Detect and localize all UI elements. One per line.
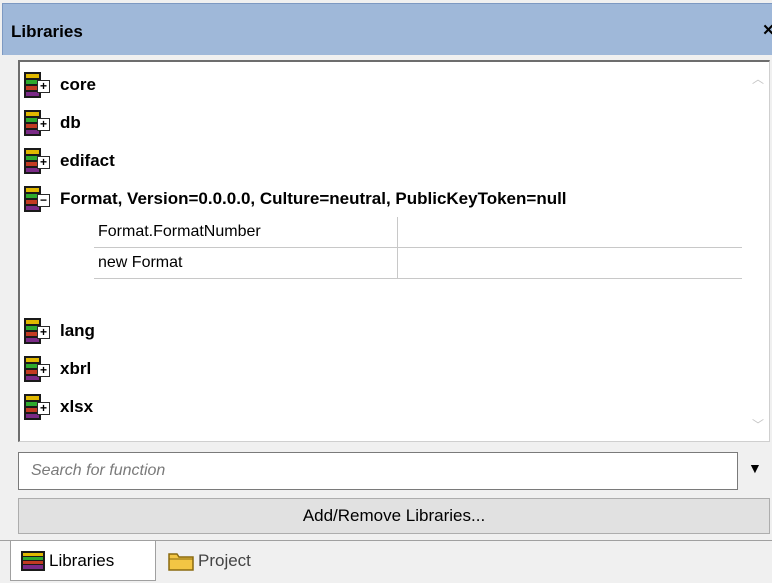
library-books-icon bbox=[21, 550, 45, 571]
library-label: core bbox=[60, 75, 96, 94]
library-books-icon: + bbox=[24, 109, 54, 137]
library-books-icon: + bbox=[24, 317, 54, 345]
table-row[interactable]: new Format bbox=[94, 248, 742, 279]
search-input[interactable]: Search for function bbox=[18, 452, 738, 490]
scroll-down-icon[interactable]: ﹀ bbox=[752, 416, 764, 433]
tab-label: Libraries bbox=[49, 550, 115, 570]
folder-icon bbox=[168, 551, 194, 571]
library-label: db bbox=[60, 113, 81, 132]
library-item-edifact[interactable]: + edifact bbox=[24, 146, 115, 176]
tab-label: Project bbox=[198, 551, 251, 570]
expand-icon[interactable]: + bbox=[37, 364, 50, 377]
library-label: edifact bbox=[60, 151, 115, 170]
expand-icon[interactable]: + bbox=[37, 156, 50, 169]
library-label: lang bbox=[60, 321, 95, 340]
library-books-icon: − bbox=[24, 185, 54, 213]
panel-title-bar[interactable]: Libraries × bbox=[2, 3, 772, 55]
function-value bbox=[398, 248, 742, 278]
scroll-up-icon[interactable]: ︿ bbox=[752, 70, 764, 87]
libraries-panel: Libraries × ︿ ﹀ + core + db + edifact − … bbox=[0, 0, 772, 583]
library-item-db[interactable]: + db bbox=[24, 108, 81, 138]
library-label: xbrl bbox=[60, 359, 92, 378]
table-row[interactable]: Format.FormatNumber bbox=[94, 217, 742, 248]
library-books-icon: + bbox=[24, 355, 54, 383]
panel-tabs: Libraries Project bbox=[0, 540, 772, 583]
add-remove-libraries-button[interactable]: Add/Remove Libraries... bbox=[18, 498, 770, 534]
library-books-icon: + bbox=[24, 147, 54, 175]
expand-icon[interactable]: + bbox=[37, 80, 50, 93]
expand-icon[interactable]: + bbox=[37, 326, 50, 339]
function-name: new Format bbox=[94, 248, 398, 278]
library-item-core[interactable]: + core bbox=[24, 70, 96, 100]
function-name: Format.FormatNumber bbox=[94, 217, 398, 247]
library-books-icon: + bbox=[24, 393, 54, 421]
library-item-xlsx[interactable]: + xlsx bbox=[24, 392, 93, 422]
expand-icon[interactable]: + bbox=[37, 118, 50, 131]
tab-libraries[interactable]: Libraries bbox=[10, 541, 156, 581]
expand-icon[interactable]: + bbox=[37, 402, 50, 415]
tab-project[interactable]: Project bbox=[168, 541, 288, 581]
close-icon[interactable]: × bbox=[763, 20, 772, 42]
library-label: xlsx bbox=[60, 397, 94, 416]
library-label: Format, Version=0.0.0.0, Culture=neutral… bbox=[60, 189, 567, 208]
function-value bbox=[398, 217, 742, 247]
search-dropdown-icon[interactable]: ▼ bbox=[748, 460, 762, 476]
panel-title: Libraries bbox=[11, 22, 83, 41]
collapse-icon[interactable]: − bbox=[37, 194, 50, 207]
library-item-lang[interactable]: + lang bbox=[24, 316, 95, 346]
library-item-xbrl[interactable]: + xbrl bbox=[24, 354, 91, 384]
function-table: Format.FormatNumber new Format bbox=[94, 217, 742, 279]
vertical-scrollbar[interactable]: ︿ ﹀ bbox=[747, 62, 769, 441]
library-books-icon: + bbox=[24, 71, 54, 99]
library-item-format[interactable]: − Format, Version=0.0.0.0, Culture=neutr… bbox=[24, 184, 567, 214]
library-tree[interactable]: ︿ ﹀ + core + db + edifact − Format, Vers… bbox=[18, 60, 770, 442]
